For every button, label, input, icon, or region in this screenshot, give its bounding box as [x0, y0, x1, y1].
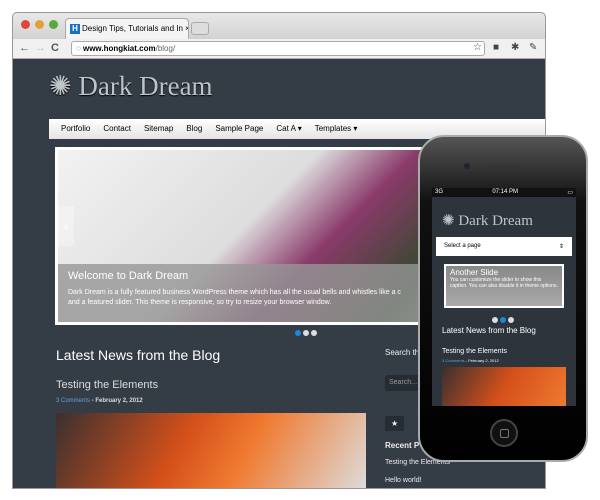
select-arrows-icon: ⇕ [558, 244, 564, 250]
back-icon[interactable]: ← [19, 42, 30, 54]
reload-icon[interactable]: C [51, 42, 59, 54]
maximize-window-button[interactable] [49, 20, 58, 29]
site-logo[interactable]: ✺ Dark Dream [442, 211, 576, 230]
post-date: - February 2, 2012 [464, 358, 499, 363]
slide-dot[interactable] [492, 317, 498, 323]
menu-item[interactable]: Sample Page [215, 124, 263, 134]
minimize-window-button[interactable] [35, 20, 44, 29]
carrier: 3G [435, 189, 444, 195]
battery-icon: ▭ [567, 190, 573, 196]
forward-icon[interactable]: → [35, 42, 46, 54]
menu-item[interactable]: Cat A ▾ [276, 124, 301, 134]
tab-bar: HDesign Tips, Tutorials and In × [13, 13, 545, 39]
comments-link[interactable]: 3 Comments [442, 358, 465, 363]
slide-dot[interactable] [295, 330, 301, 336]
slider-pagination [295, 330, 317, 336]
post-title[interactable]: Testing the Elements [56, 379, 158, 391]
slide-text: You can customize the slider to show thi… [450, 277, 558, 289]
post-image [442, 367, 566, 406]
puzzle-icon[interactable]: ✱ [511, 42, 519, 53]
url-domain: www.hongkiat.com [82, 44, 156, 53]
site-logo[interactable]: ✺ Dark Dream [49, 71, 213, 102]
post-date: - February 2, 2012 [90, 398, 143, 404]
menu-item[interactable]: Portfolio [61, 124, 90, 134]
site-title: Dark Dream [78, 71, 213, 101]
browser-toolbar: ← → C ◌ www.hongkiat.com/blog/ ☆ ■ ✱ ✎ [13, 39, 545, 59]
address-bar[interactable]: ◌ www.hongkiat.com/blog/ [71, 41, 485, 56]
slide-dot[interactable] [303, 330, 309, 336]
url-path: /blog/ [155, 44, 176, 53]
camera [464, 163, 470, 169]
post-meta: 3 Comments - February 2, 2012 [56, 398, 143, 404]
home-button[interactable] [490, 419, 518, 447]
recent-post-link[interactable]: Hello world! [385, 477, 422, 484]
post-title[interactable]: Testing the Elements [442, 348, 576, 355]
search-title: Search th [385, 348, 420, 357]
page-select[interactable]: Select a page ⇕ [436, 237, 572, 256]
phone-slider: Another Slide You can customize the slide… [444, 264, 564, 308]
post-meta: 3 Comments - February 2, 2012 [442, 358, 576, 363]
tab-title: Design Tips, Tutorials and In [82, 24, 183, 34]
select-value: Select a page [444, 243, 481, 249]
post-image [56, 413, 366, 488]
close-window-button[interactable] [21, 20, 30, 29]
star-icon[interactable]: ★ [385, 416, 405, 431]
site-title: Dark Dream [458, 213, 533, 229]
prev-slide-button[interactable]: ‹ [58, 206, 74, 246]
tab-active[interactable]: HDesign Tips, Tutorials and In × [65, 18, 189, 39]
section-heading: Latest News from the Blog [442, 326, 536, 335]
menu-item[interactable]: Blog [186, 124, 202, 134]
slide-dot[interactable] [500, 317, 506, 323]
slider-pagination [492, 317, 514, 323]
wrench-icon[interactable]: ✎ [529, 42, 537, 53]
clock: 07:14 PM [492, 189, 519, 195]
status-bar: 3G 07:14 PM ▭ [432, 188, 576, 197]
menu-item[interactable]: Sitemap [144, 124, 173, 134]
extension-icon[interactable]: ■ [493, 42, 499, 53]
slide-title: Another Slide [450, 268, 499, 277]
menu-item[interactable]: Templates ▾ [315, 124, 358, 134]
slide-dot[interactable] [311, 330, 317, 336]
speaker [488, 165, 520, 169]
favicon-icon: H [70, 24, 80, 34]
slide-dot[interactable] [508, 317, 514, 323]
new-tab-button[interactable] [191, 22, 209, 35]
section-heading: Latest News from the Blog [56, 347, 221, 363]
comments-link[interactable]: 3 Comments [56, 398, 90, 404]
phone-mockup: 3G 07:14 PM ▭ ✺ Dark Dream Select a page ⇕ … [418, 135, 588, 462]
menu-item[interactable]: Contact [103, 124, 131, 134]
star-icon[interactable]: ☆ [473, 42, 482, 53]
phone-screen: 3G 07:14 PM ▭ ✺ Dark Dream Select a page ⇕ … [432, 188, 576, 406]
recent-posts-title: Recent P [385, 441, 420, 450]
